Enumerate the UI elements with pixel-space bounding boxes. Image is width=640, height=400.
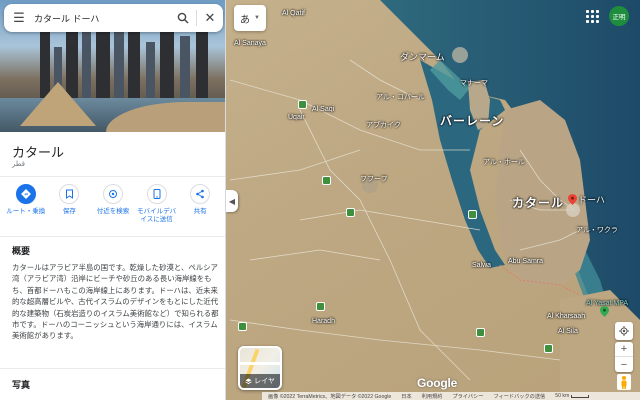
zoom-out-button[interactable]: − <box>615 357 633 372</box>
action-bar: ルート・乗換 保存 付近を検索 モバイルデバイスに送信 共有 <box>0 184 225 234</box>
share-icon <box>190 184 211 204</box>
overview-heading: 概要 <box>12 246 31 256</box>
scale-bar[interactable]: 50 km <box>555 393 590 399</box>
map-label-alsemda[interactable]: Al Sanaya <box>234 40 266 47</box>
skyline-building <box>196 22 208 102</box>
map-pin-icon[interactable] <box>600 306 609 317</box>
map-pin-icon[interactable] <box>568 194 577 205</box>
map-label-khobar[interactable]: アル・コバール <box>376 92 425 102</box>
road-shield <box>468 210 477 219</box>
layers-thumb-road <box>240 362 280 365</box>
place-title: カタール <box>12 145 65 160</box>
action-label: 付近を検索 <box>96 208 130 215</box>
place-subtitle: قطر <box>12 161 25 168</box>
map-footer: 画像 ©2022 TerraMetrics、地図データ ©2022 Google… <box>262 392 640 400</box>
collapse-panel-button[interactable]: ◀ <box>226 190 238 212</box>
layers-label: レイヤ <box>254 378 275 385</box>
road-shield <box>298 100 307 109</box>
map-label-haradh[interactable]: Haradh <box>312 318 335 325</box>
input-language-button[interactable]: あ ▼ <box>234 5 266 31</box>
search-icon[interactable] <box>170 4 196 32</box>
map-label-qatar[interactable]: カタール <box>512 194 564 211</box>
close-icon[interactable]: ✕ <box>197 4 223 32</box>
feedback-link[interactable]: フィードバックの送信 <box>493 393 545 400</box>
map-label-bahrain[interactable]: バーレーン <box>440 112 504 129</box>
directions-button[interactable]: ルート・乗換 <box>4 184 48 234</box>
place-panel: ☰ ✕ カタール قطر ルート・乗換 保存 付近を検索 <box>0 0 226 400</box>
photos-heading: 写真 <box>12 380 31 390</box>
road-shield <box>544 344 553 353</box>
map-label-abqaiq[interactable]: アブカイク <box>366 120 401 130</box>
directions-icon <box>15 184 36 204</box>
action-label: 保存 <box>62 208 76 215</box>
map-label-alkhor[interactable]: アル・ホール <box>483 157 525 167</box>
skyline-building <box>180 36 190 102</box>
divider <box>0 368 225 369</box>
google-logo: Google <box>417 376 458 390</box>
chevron-down-icon: ▼ <box>254 15 260 21</box>
google-apps-icon[interactable] <box>584 8 600 24</box>
skyline-building <box>146 42 155 102</box>
overview-text: カタールはアラビア半島の国です。乾燥した砂漠と、ペルシア湾（アラビア湾）沿岸にビ… <box>12 263 219 341</box>
scale-label: 50 km <box>555 393 570 399</box>
search-box[interactable]: ☰ ✕ <box>4 4 223 32</box>
map-label-wakrah[interactable]: アル・ワクラ <box>576 225 618 235</box>
map-label-sila[interactable]: Al Sila <box>558 328 578 335</box>
layers-icon <box>245 378 252 384</box>
save-button[interactable]: 保存 <box>48 184 92 234</box>
send-to-phone-button[interactable]: モバイルデバイスに送信 <box>135 184 179 234</box>
map-label-manama[interactable]: マナーマ <box>460 78 488 88</box>
action-label: ルート・乗換 <box>6 208 46 215</box>
action-label: モバイルデバイスに送信 <box>137 208 177 223</box>
map-label-abusamra[interactable]: Abu Samra <box>508 258 543 265</box>
chevron-left-icon: ◀ <box>228 196 236 206</box>
road-shield <box>476 328 485 337</box>
phone-icon <box>146 184 167 204</box>
crosshair-icon <box>619 326 629 336</box>
map-label-doha[interactable]: ドーハ <box>578 193 605 206</box>
account-avatar[interactable]: 正明 <box>609 6 629 26</box>
language-label: あ <box>240 14 251 26</box>
road-shield <box>238 322 247 331</box>
map-label-alsafa[interactable]: Al Saqi <box>312 106 334 113</box>
road-shield <box>322 176 331 185</box>
my-location-button[interactable] <box>615 322 633 340</box>
imagery-attribution: 画像 ©2022 TerraMetrics、地図データ ©2022 Google <box>268 393 392 400</box>
region-link[interactable]: 日本 <box>401 393 411 400</box>
divider <box>0 176 225 177</box>
hero-pyramid-building <box>20 82 96 126</box>
layers-label-bar: レイヤ <box>240 374 280 388</box>
nearby-icon <box>102 184 123 204</box>
search-input[interactable] <box>34 13 170 23</box>
zoom-controls: + − <box>615 342 633 372</box>
map-label-qatif[interactable]: Al Qatif <box>282 10 305 17</box>
terms-link[interactable]: 利用規約 <box>422 393 443 400</box>
layers-button[interactable]: レイヤ <box>238 346 282 390</box>
road-shield <box>346 208 355 217</box>
divider <box>0 236 225 237</box>
map-label-dammam[interactable]: ダンマーム <box>400 50 445 63</box>
map-label-salwa[interactable]: Salwa <box>472 262 491 269</box>
nearby-button[interactable]: 付近を検索 <box>91 184 135 234</box>
zoom-in-button[interactable]: + <box>615 342 633 357</box>
map-label-uqair[interactable]: Uqair <box>288 114 305 121</box>
map-label-hofuf[interactable]: フフーフ <box>360 174 388 184</box>
bookmark-icon <box>59 184 80 204</box>
map-label-alkhaswah[interactable]: Al Kharsaah <box>547 313 585 320</box>
privacy-link[interactable]: プライバシー <box>452 393 483 400</box>
pegman-icon[interactable] <box>617 374 631 390</box>
skyline-building <box>114 32 124 102</box>
action-label: 共有 <box>193 208 207 215</box>
road-shield <box>316 302 325 311</box>
menu-icon[interactable]: ☰ <box>4 4 34 32</box>
share-button[interactable]: 共有 <box>178 184 222 234</box>
scale-line <box>571 394 590 398</box>
